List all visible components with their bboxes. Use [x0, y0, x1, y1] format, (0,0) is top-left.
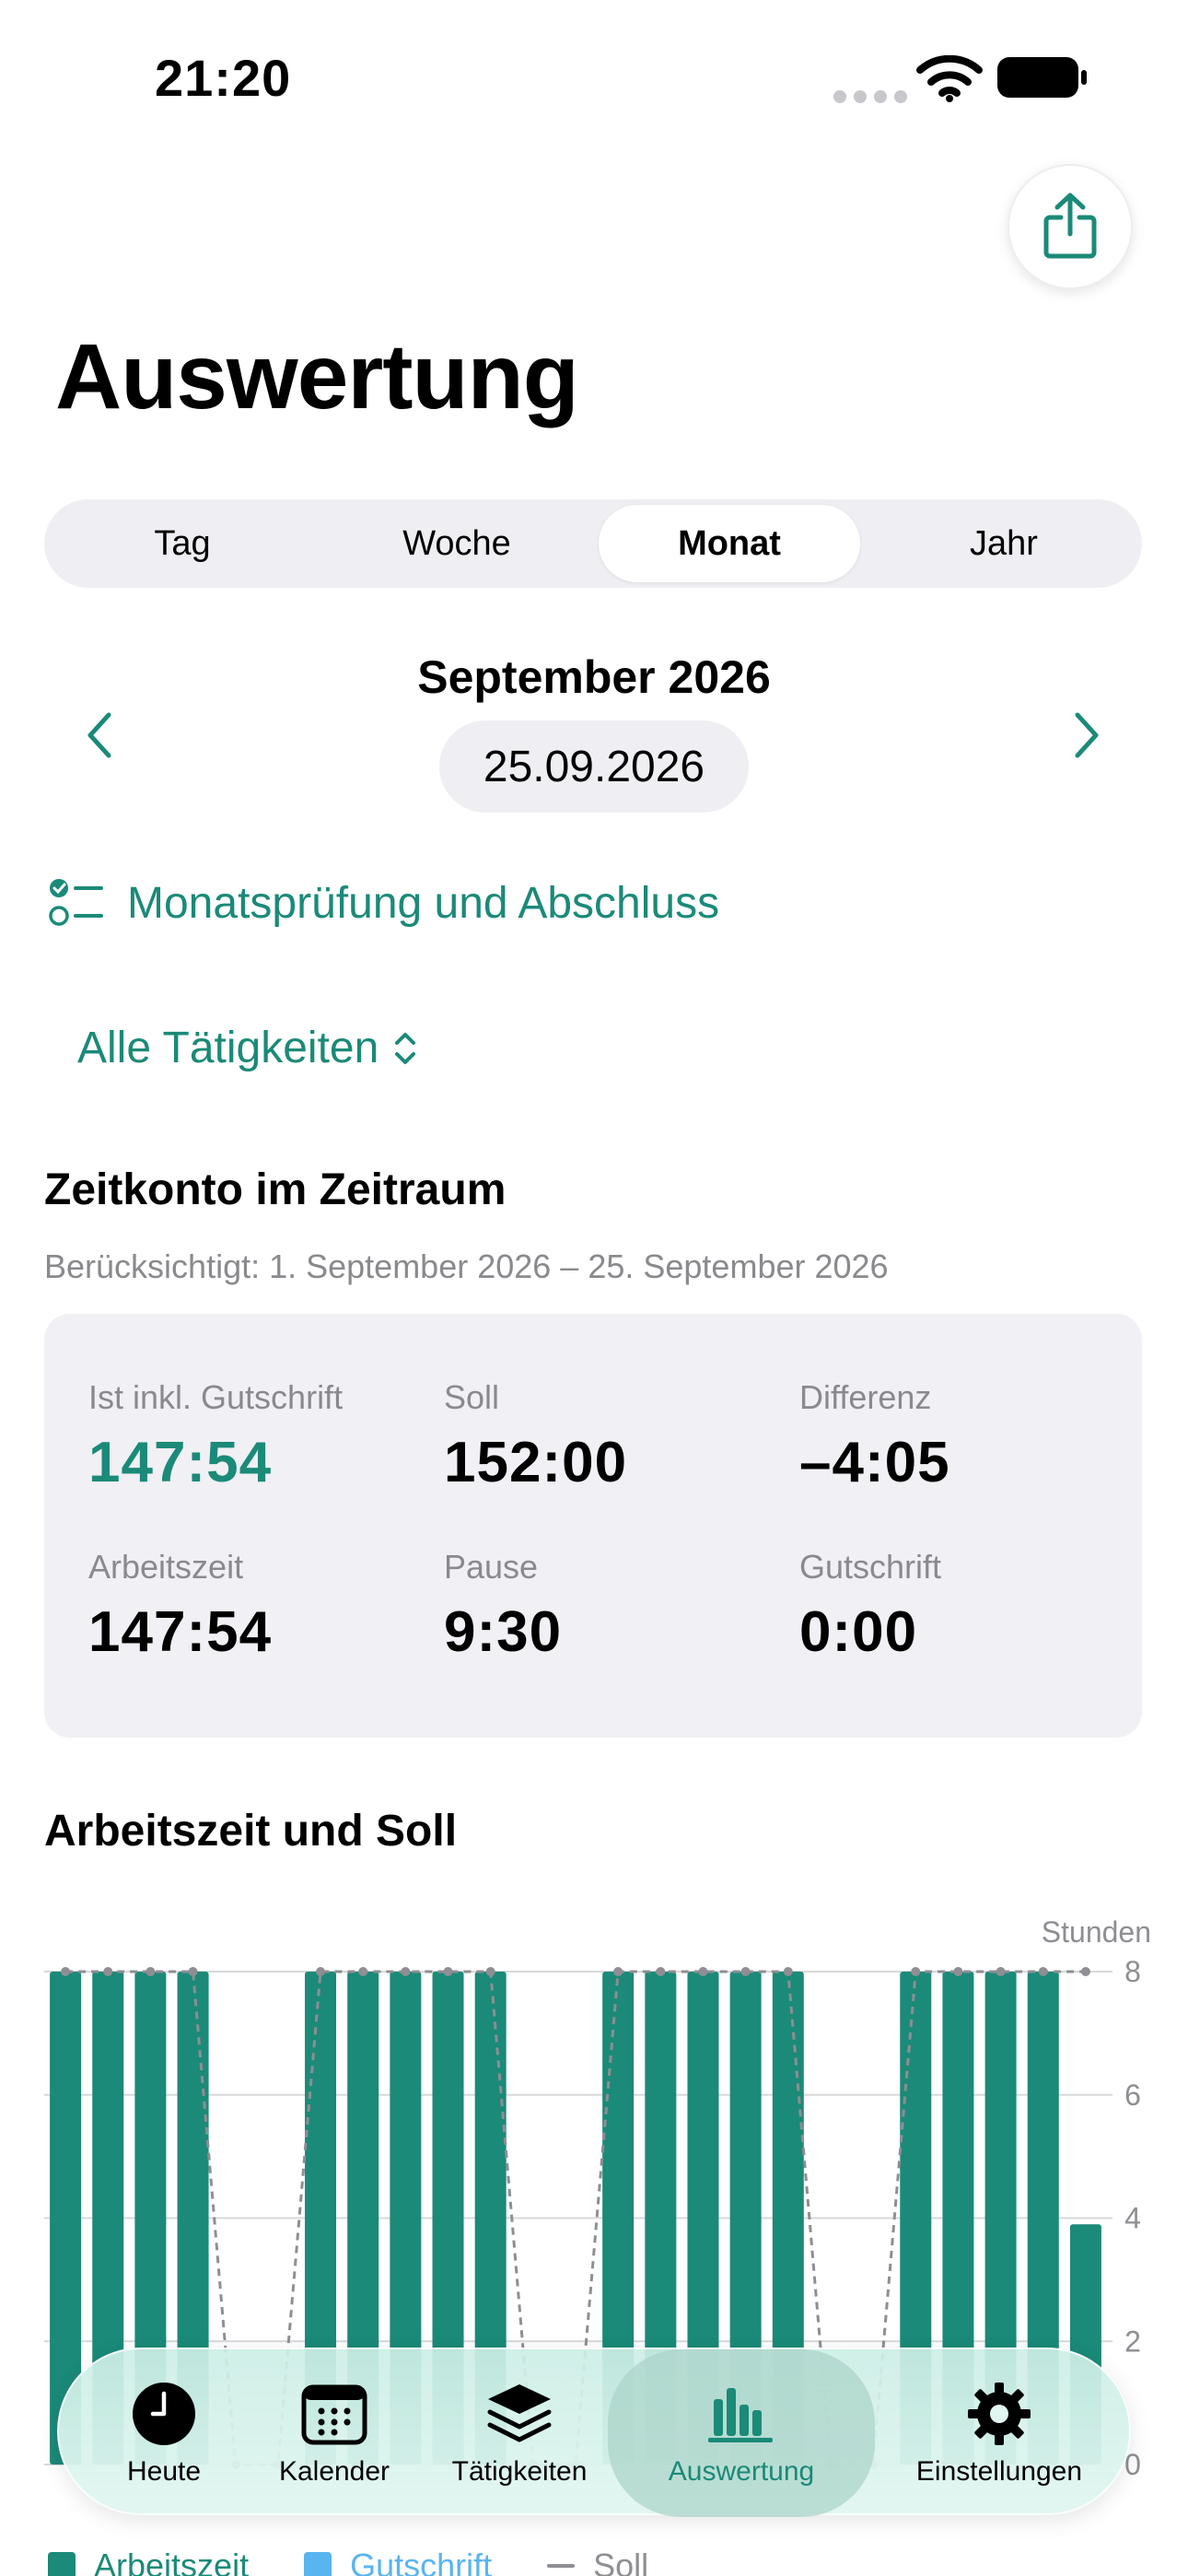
soll-point [740, 1967, 751, 1976]
legend-swatch [48, 2552, 76, 2576]
calendar-icon [301, 2384, 367, 2445]
month-check-link[interactable]: Monatsprüfung und Abschluss [48, 877, 719, 929]
stat-gutschrift: Gutschrift 0:00 [799, 1548, 941, 1665]
segment-tag[interactable]: Tag [52, 505, 313, 582]
tab-label: Auswertung [668, 2456, 815, 2487]
soll-point [996, 1967, 1006, 1976]
y-tick-label: 2 [1124, 2324, 1141, 2358]
account-range-text: Berücksichtigt: 1. September 2026 – 25. … [44, 1247, 889, 1285]
soll-point [698, 1967, 708, 1976]
share-icon [1043, 193, 1097, 259]
stat-soll: Soll 152:00 [444, 1378, 627, 1495]
share-button[interactable] [1007, 164, 1133, 289]
y-axis-label: Stunden [1042, 1915, 1151, 1949]
tab-label: Kalender [278, 2456, 390, 2487]
segment-jahr[interactable]: Jahr [873, 505, 1135, 582]
period-title: September 2026 [417, 651, 771, 703]
segment-woche[interactable]: Woche [326, 505, 588, 582]
chevron-up-down-icon [395, 1032, 416, 1064]
soll-point [103, 1967, 113, 1976]
clock-icon [133, 2383, 195, 2445]
stat-value: 0:00 [799, 1600, 918, 1664]
stat-arbeitszeit: Arbeitszeit 147:54 [88, 1548, 272, 1665]
checklist-icon [49, 879, 103, 926]
chevron-right-icon[interactable] [1068, 709, 1105, 761]
activity-filter-label: Alle Tätigkeiten [77, 1024, 379, 1072]
y-tick-label: 6 [1124, 2078, 1141, 2112]
soll-point [316, 1967, 326, 1976]
bar-chart-icon [708, 2388, 773, 2442]
legend-item-soll: Soll [547, 2547, 648, 2576]
stat-label: Gutschrift [799, 1548, 942, 1586]
legend-label: Gutschrift [350, 2547, 493, 2576]
soll-point [953, 1967, 963, 1976]
soll-point [1038, 1967, 1048, 1976]
legend-label: Arbeitszeit [94, 2547, 250, 2576]
legend-label: Soll [593, 2547, 649, 2576]
stat-value: –4:05 [799, 1431, 950, 1494]
tab-label: Heute [126, 2456, 202, 2487]
soll-point [443, 1967, 453, 1976]
chart-legend: Arbeitszeit Gutschrift Soll [48, 2547, 648, 2576]
soll-point [613, 1967, 623, 1976]
tab-taetigkeiten[interactable]: Tätigkeiten [437, 2349, 602, 2517]
cellular-signal-icon [833, 90, 907, 103]
account-section-title: Zeitkonto im Zeitraum [44, 1165, 507, 1214]
wifi-icon [916, 55, 983, 102]
status-time: 21:20 [155, 49, 292, 107]
legend-item-arbeitszeit: Arbeitszeit [48, 2547, 249, 2576]
soll-point [783, 1967, 793, 1976]
page-title: Auswertung [55, 325, 579, 428]
stat-label: Ist inkl. Gutschrift [88, 1378, 344, 1416]
stat-pause: Pause 9:30 [444, 1548, 562, 1665]
stat-value: 152:00 [444, 1431, 628, 1494]
y-tick-label: 8 [1124, 1955, 1141, 1988]
soll-point [656, 1967, 666, 1976]
stat-label: Differenz [799, 1378, 932, 1416]
activity-filter-picker[interactable]: Alle Tätigkeiten [77, 1023, 419, 1073]
chevron-left-icon[interactable] [81, 709, 118, 761]
month-check-label: Monatsprüfung und Abschluss [127, 878, 720, 928]
gear-icon [968, 2383, 1031, 2445]
stat-value: 147:54 [88, 1431, 273, 1494]
soll-point [358, 1967, 368, 1976]
legend-item-gutschrift: Gutschrift [304, 2547, 492, 2576]
soll-point [401, 1967, 411, 1976]
stat-ist: Ist inkl. Gutschrift 147:54 [88, 1378, 343, 1495]
tab-label: Einstellungen [915, 2456, 1083, 2487]
chart-section-title: Arbeitszeit und Soll [44, 1807, 458, 1856]
date-picker-button[interactable]: 25.09.2026 [439, 720, 749, 813]
stat-value: 9:30 [444, 1600, 563, 1664]
y-tick-label: 4 [1124, 2202, 1141, 2235]
tab-bar: Heute Kalender Tätigkeiten Auswertung Ei… [57, 2348, 1131, 2517]
tab-einstellungen[interactable]: Einstellungen [884, 2349, 1114, 2517]
soll-point [485, 1967, 495, 1976]
tab-kalender[interactable]: Kalender [256, 2349, 413, 2517]
segment-monat[interactable]: Monat [599, 505, 860, 582]
tab-heute[interactable]: Heute [87, 2349, 241, 2517]
soll-point [146, 1967, 156, 1976]
soll-point [911, 1967, 921, 1976]
legend-swatch [304, 2552, 332, 2576]
stat-label: Pause [444, 1548, 539, 1586]
stat-differenz: Differenz –4:05 [799, 1378, 950, 1495]
battery-icon [997, 57, 1087, 98]
tab-auswertung[interactable]: Auswertung [608, 2349, 875, 2517]
period-segmented-control: Tag Woche Monat Jahr [44, 499, 1142, 588]
layers-icon [487, 2384, 552, 2442]
soll-point [61, 1967, 71, 1976]
time-account-card: Ist inkl. Gutschrift 147:54 Soll 152:00 … [44, 1314, 1142, 1738]
stat-value: 147:54 [88, 1600, 273, 1664]
stat-label: Arbeitszeit [88, 1548, 244, 1586]
stat-label: Soll [444, 1378, 500, 1416]
soll-point [188, 1967, 198, 1976]
tab-label: Tätigkeiten [451, 2456, 588, 2487]
soll-point [1080, 1967, 1090, 1976]
legend-swatch [547, 2564, 576, 2568]
